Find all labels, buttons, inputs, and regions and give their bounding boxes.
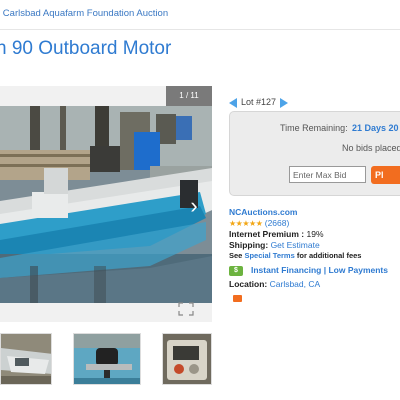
premium-value: 19% (306, 229, 324, 239)
place-bid-button[interactable]: Pl (371, 166, 400, 184)
location-value[interactable]: Carlsbad, CA (270, 279, 321, 289)
breadcrumb-link[interactable]: r Carlsbad Aquafarm Foundation Auction (0, 8, 168, 19)
seller-rating: ★★★★★ (2668) (229, 218, 289, 228)
thumbnail-3[interactable] (162, 333, 212, 385)
bid-status: No bids placed (342, 143, 400, 153)
next-image-arrow[interactable]: › (184, 193, 204, 219)
thumbnail-3-image (163, 334, 211, 384)
previous-lot-icon[interactable] (229, 97, 237, 108)
expand-icon[interactable] (178, 302, 194, 316)
time-remaining-value: 21 Days 20 (352, 123, 399, 133)
financing: $ Instant Financing | Low Payments (229, 265, 388, 276)
time-remaining-label: Time Remaining: (280, 123, 348, 133)
fees-note: See Special Terms for additional fees (229, 251, 361, 260)
thumbnail-1[interactable] (0, 333, 52, 385)
next-lot-icon[interactable] (280, 97, 289, 108)
location-label: Location: (229, 279, 268, 289)
internet-premium: Internet Premium : 19% (229, 229, 324, 239)
max-bid-input[interactable] (289, 166, 366, 183)
main-photo[interactable] (0, 106, 212, 303)
shipping-label: Shipping: (229, 240, 269, 250)
thumbnail-2[interactable] (73, 333, 141, 385)
premium-label: Internet Premium : (229, 229, 305, 239)
breadcrumb: r Carlsbad Aquafarm Foundation Auction (0, 0, 400, 30)
fees-prefix: See (229, 251, 243, 260)
location: Location: Carlsbad, CA (229, 279, 320, 289)
place-bid-button-label: Pl (375, 170, 384, 180)
fees-suffix: for additional fees (296, 251, 362, 260)
special-terms-link[interactable]: Special Terms (244, 251, 294, 260)
thumbnail-2-image (74, 334, 140, 384)
shipping: Shipping: Get Estimate (229, 240, 320, 250)
lot-navigation: Lot #127 (229, 97, 289, 111)
image-counter: 1 / 11 (166, 86, 212, 106)
financing-link[interactable]: Instant Financing | Low Payments (251, 265, 388, 275)
flag-icon[interactable] (233, 295, 242, 302)
lot-number: Lot #127 (241, 97, 277, 107)
shipping-estimate-link[interactable]: Get Estimate (271, 240, 320, 250)
thumbnail-1-image (1, 334, 51, 384)
seller-name[interactable]: NCAuctions.com (229, 207, 297, 217)
rating-stars-icon: ★★★★★ (229, 219, 263, 228)
rating-count[interactable]: (2668) (265, 218, 290, 228)
financing-icon: $ (229, 265, 243, 276)
boat-photo-image (0, 106, 212, 303)
page-title: n 90 Outboard Motor (0, 38, 172, 59)
